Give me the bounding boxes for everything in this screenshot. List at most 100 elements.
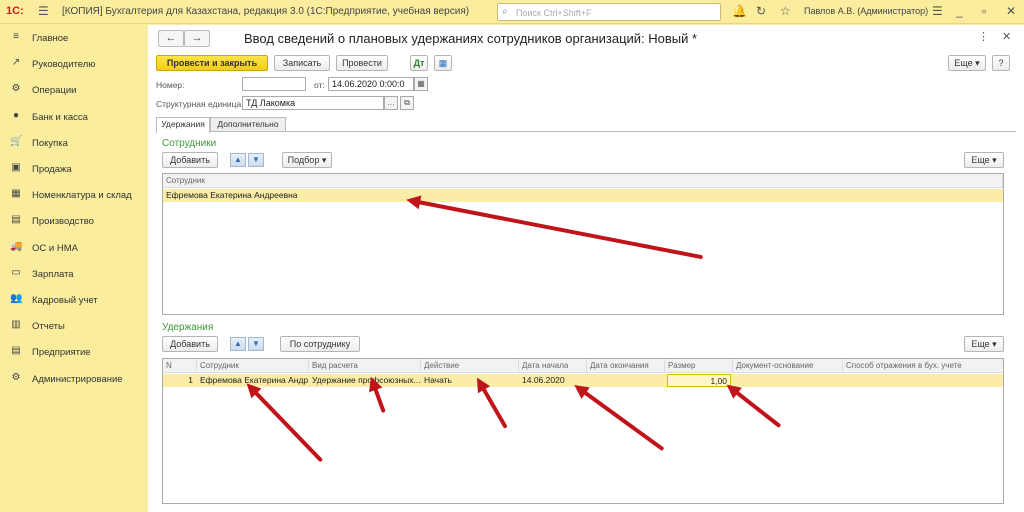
user-name[interactable]: Павлов А.В. (Администратор)	[804, 6, 928, 16]
close-form-icon[interactable]: ✕	[1002, 30, 1011, 43]
deductions-more-button[interactable]: Еще ▾	[964, 336, 1004, 352]
employees-table-header: Сотрудник	[163, 174, 1003, 188]
more-button[interactable]: Еще ▾	[948, 55, 986, 71]
sidebar-item-icon: 👥	[10, 293, 23, 304]
sidebar-item-label: Покупка	[32, 137, 68, 149]
move-up-icon[interactable]: ▲	[230, 153, 246, 167]
history-icon[interactable]: ↻	[756, 4, 766, 18]
settings-menu-icon[interactable]: ☰	[932, 4, 943, 18]
add-deduction-button[interactable]: Добавить	[162, 336, 218, 352]
forward-button[interactable]: →	[184, 30, 210, 47]
sidebar-item-label: Предприятие	[32, 347, 91, 359]
calendar-icon[interactable]: ▦	[414, 77, 428, 91]
sidebar-item[interactable]: ⚙ Администрирование	[0, 366, 148, 392]
sidebar-item-icon: ▣	[11, 162, 21, 173]
accounting-method-cell[interactable]	[843, 374, 1003, 387]
sidebar-item-icon: 🚚	[10, 240, 23, 252]
basis-document-cell[interactable]	[733, 374, 843, 387]
move-down-icon[interactable]: ▼	[248, 153, 264, 167]
sidebar-item-label: Зарплата	[32, 268, 74, 280]
sidebar-item-label: Продажа	[32, 164, 72, 175]
sidebar-item-label: Банк и касса	[32, 111, 88, 123]
help-button[interactable]: ?	[992, 55, 1010, 71]
app-title: [КОПИЯ] Бухгалтерия для Казахстана, реда…	[62, 6, 470, 17]
sidebar-item-label: Производство	[32, 216, 94, 228]
table-row[interactable]: Ефремова Екатерина Андреевна	[163, 189, 1003, 202]
number-label: Номер:	[156, 80, 185, 90]
sidebar-item-icon: ▥	[11, 319, 21, 331]
more-button-label: Еще	[954, 58, 973, 68]
unit-label: Структурная единица:	[156, 99, 244, 109]
sidebar-item[interactable]: ▦ Номенклатура и склад	[0, 182, 148, 208]
sidebar-item[interactable]: ⚙ Операции	[0, 77, 148, 103]
deduction-move-down-icon[interactable]: ▼	[248, 337, 264, 351]
related-documents-icon[interactable]: ▦	[434, 55, 452, 71]
page-title: Ввод сведений о плановых удержаниях сотр…	[244, 31, 698, 46]
search-input[interactable]: ⌕ Поиск Ctrl+Shift+F	[497, 3, 721, 21]
column-n[interactable]: N	[163, 359, 197, 373]
column-action[interactable]: Действие	[421, 359, 519, 373]
sidebar-item-icon: ⚙	[11, 371, 21, 383]
pick-button[interactable]: Подбор ▾	[282, 152, 332, 168]
number-field[interactable]	[242, 77, 306, 91]
sidebar-item-label: Номенклатура и склад	[32, 190, 132, 202]
sidebar-item-icon: ⚙	[11, 83, 21, 95]
restore-icon[interactable]: ▫	[982, 4, 986, 18]
column-employee[interactable]: Сотрудник	[197, 359, 309, 373]
tab-deductions[interactable]: Удержания	[156, 117, 210, 133]
sidebar-item[interactable]: ▥ Отчеты	[0, 313, 148, 339]
sidebar-item[interactable]: ▤ Предприятие	[0, 339, 148, 365]
deductions-table[interactable]: N Сотрудник Вид расчета Действие Дата на…	[162, 358, 1004, 504]
sidebar-item[interactable]: 🛒 Покупка	[0, 130, 148, 156]
star-icon[interactable]: ☆	[780, 4, 791, 18]
posting-report-icon[interactable]: Дт	[410, 55, 428, 71]
sidebar-item-icon: ≡	[13, 31, 19, 42]
sidebar-item[interactable]: 🚚 ОС и НМА	[0, 235, 148, 261]
employees-more-button[interactable]: Еще ▾	[964, 152, 1004, 168]
column-start-date[interactable]: Дата начала	[519, 359, 587, 373]
sidebar: ≡ Главное ↗ Руководителю ⚙ Операции ● Банк и ка…	[0, 25, 148, 512]
column-basis-document[interactable]: Документ-основание	[733, 359, 843, 373]
post-and-close-button[interactable]: Провести и закрыть	[156, 55, 268, 71]
sidebar-item[interactable]: ↗ Руководителю	[0, 51, 148, 77]
save-button[interactable]: Записать	[274, 55, 330, 71]
back-button[interactable]: ←	[158, 30, 184, 47]
sidebar-item[interactable]: 👥 Кадровый учет	[0, 287, 148, 313]
column-employee[interactable]: Сотрудник	[163, 174, 1003, 188]
sidebar-item-label: Операции	[32, 85, 77, 97]
sidebar-item-label: Отчеты	[32, 321, 65, 333]
app-logo: 1С:	[6, 5, 24, 17]
more-options-icon[interactable]: ⋮	[978, 30, 989, 43]
sidebar-item[interactable]: ▤ Производство	[0, 208, 148, 234]
column-calc-type[interactable]: Вид расчета	[309, 359, 421, 373]
date-label: от:	[314, 80, 325, 90]
column-end-date[interactable]: Дата окончания	[587, 359, 665, 373]
column-size[interactable]: Размер	[665, 359, 733, 373]
sidebar-item[interactable]: ▣ Продажа	[0, 156, 148, 182]
employee-cell[interactable]: Ефремова Екатерина Андреевна	[163, 189, 563, 202]
by-employee-button[interactable]: По сотруднику	[280, 336, 360, 352]
sidebar-item[interactable]: ≡ Главное	[0, 25, 148, 51]
employees-table[interactable]: Сотрудник Ефремова Екатерина Андреевна	[162, 173, 1004, 315]
sidebar-item[interactable]: ● Банк и касса	[0, 104, 148, 130]
sidebar-item-icon: ●	[12, 109, 20, 121]
row-number-cell[interactable]: 1	[163, 374, 197, 387]
post-button[interactable]: Провести	[336, 55, 388, 71]
minimize-icon[interactable]: _	[956, 4, 963, 18]
unit-field[interactable]: ТД Лакомка	[242, 96, 384, 110]
column-accounting-method[interactable]: Способ отражения в бух. учете	[843, 359, 1003, 373]
search-icon: ⌕	[502, 6, 508, 17]
date-field[interactable]: 14.06.2020 0:00:0	[328, 77, 414, 91]
bell-icon[interactable]: 🔔	[732, 4, 747, 18]
open-unit-icon[interactable]: ⧉	[400, 96, 414, 110]
tab-additional[interactable]: Дополнительно	[210, 117, 286, 132]
sidebar-item[interactable]: ▭ Зарплата	[0, 261, 148, 287]
close-icon[interactable]: ✕	[1006, 4, 1016, 18]
end-date-cell[interactable]	[587, 374, 665, 387]
select-unit-button[interactable]: …	[384, 96, 398, 110]
deduction-move-up-icon[interactable]: ▲	[230, 337, 246, 351]
add-employee-button[interactable]: Добавить	[162, 152, 218, 168]
size-cell[interactable]: 1,00	[667, 374, 731, 387]
sidebar-item-icon: ▭	[11, 266, 21, 278]
hamburger-menu-icon[interactable]: ☰	[38, 4, 49, 18]
